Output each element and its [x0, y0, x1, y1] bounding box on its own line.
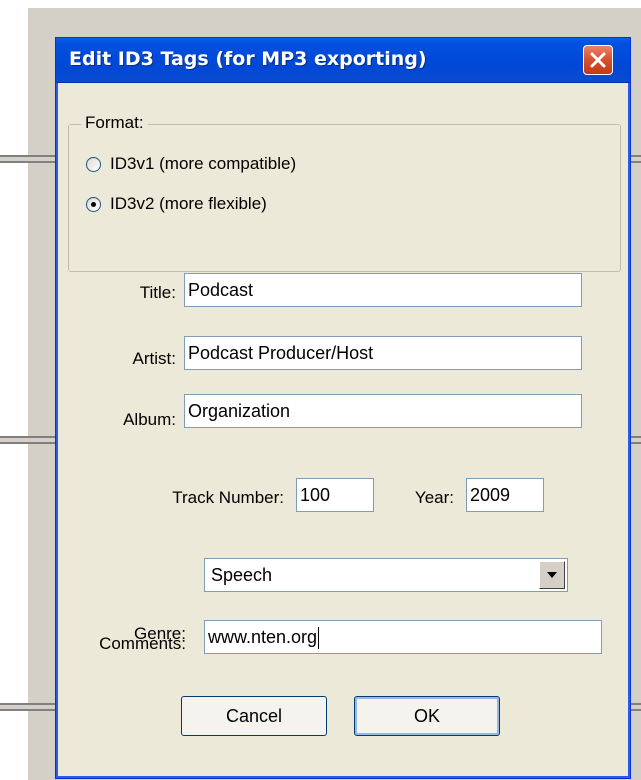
track-rail-left-middle [0, 436, 56, 444]
artist-input[interactable]: Podcast Producer/Host [184, 336, 582, 370]
year-input[interactable]: 2009 [466, 478, 544, 512]
chevron-down-icon [547, 572, 557, 578]
track-rail-right-bottom [630, 703, 641, 711]
close-button[interactable] [583, 45, 613, 75]
radio-id3v1-label: ID3v1 (more compatible) [110, 154, 297, 173]
track-number-label: Track Number: [172, 488, 284, 507]
album-input[interactable]: Organization [184, 394, 582, 428]
track-rail-right-middle [630, 436, 641, 444]
dialog-titlebar[interactable]: Edit ID3 Tags (for MP3 exporting) [56, 38, 630, 83]
text-caret [318, 627, 320, 650]
track-number-input[interactable]: 100 [296, 478, 374, 512]
radio-id3v2[interactable]: ID3v2 (more flexible) [86, 194, 267, 214]
format-group-label: Format: [81, 113, 148, 133]
track-rail-left-bottom [0, 703, 56, 711]
artist-label: Artist: [132, 349, 176, 368]
cancel-button[interactable]: Cancel [181, 696, 327, 736]
genre-dropdown-button[interactable] [539, 561, 565, 589]
genre-dropdown[interactable]: Speech [204, 558, 568, 592]
close-x-icon [590, 52, 606, 68]
radio-id3v2-circle[interactable] [86, 196, 101, 212]
track-rail-right-top [630, 155, 641, 163]
title-input[interactable]: Podcast [184, 273, 582, 307]
comments-value: www.nten.org [208, 627, 318, 647]
edit-id3-tags-dialog: Edit ID3 Tags (for MP3 exporting) Format… [55, 37, 631, 779]
radio-id3v2-label: ID3v2 (more flexible) [110, 194, 267, 213]
dialog-title: Edit ID3 Tags (for MP3 exporting) [69, 48, 427, 70]
track-rail-left-top [0, 155, 56, 163]
ok-button[interactable]: OK [354, 696, 500, 736]
title-label: Title: [139, 283, 176, 302]
radio-id3v1[interactable]: ID3v1 (more compatible) [86, 154, 296, 174]
album-label: Album: [123, 410, 176, 429]
radio-id3v1-circle[interactable] [86, 156, 101, 172]
genre-selected-value: Speech [211, 565, 273, 585]
year-label: Year: [414, 488, 454, 507]
comments-input[interactable]: www.nten.org [204, 620, 602, 654]
comments-label: Comments: [99, 634, 186, 653]
